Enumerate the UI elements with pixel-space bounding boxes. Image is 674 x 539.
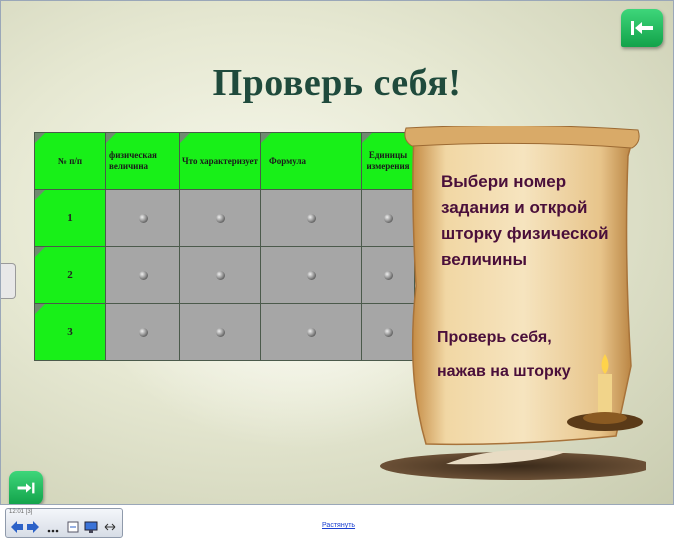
slide-title: Проверь себя!: [212, 62, 462, 104]
arrow-right-icon: [17, 482, 35, 494]
shutter-cell[interactable]: [179, 303, 261, 361]
shutter-cell[interactable]: [105, 189, 180, 247]
shutter-cell[interactable]: [260, 246, 362, 304]
back-button[interactable]: [621, 9, 663, 47]
row-number-button[interactable]: 2: [34, 246, 106, 304]
header-characterizes: Что характеризует: [179, 132, 261, 190]
more-options-icon[interactable]: [46, 520, 60, 534]
table-row: 2: [34, 246, 415, 304]
next-button[interactable]: [9, 471, 43, 504]
shutter-cell[interactable]: [105, 246, 180, 304]
toolbar-title: 12:01 [3]: [9, 509, 33, 515]
slide-area: Проверь себя! № п/п физическая величина …: [0, 0, 674, 505]
header-number: № п/п: [34, 132, 106, 190]
scroll-instruction: Выбери номер задания и открой шторку физ…: [441, 172, 609, 269]
screen-icon[interactable]: [84, 520, 98, 534]
stretch-link[interactable]: Растянуть: [322, 522, 355, 529]
quiz-table: № п/п физическая величина Что характериз…: [34, 132, 415, 361]
side-panel-handle[interactable]: [1, 263, 16, 299]
scroll-hint-line1: Проверь себя,: [437, 329, 552, 346]
row-number-button[interactable]: 1: [34, 189, 106, 247]
expand-toolbar-icon[interactable]: [103, 520, 117, 534]
header-quantity: физическая величина: [105, 132, 180, 190]
shutter-cell[interactable]: [260, 189, 362, 247]
row-number-button[interactable]: 3: [34, 303, 106, 361]
shutter-cell[interactable]: [179, 189, 261, 247]
header-formula: Формула: [260, 132, 362, 190]
table-row: 1: [34, 189, 415, 247]
previous-page-icon[interactable]: [10, 520, 24, 534]
shutter-cell[interactable]: [260, 303, 362, 361]
shutter-cell[interactable]: [105, 303, 180, 361]
presentation-toolbar: 12:01 [3]: [5, 508, 123, 538]
arrow-left-icon: [631, 21, 653, 35]
next-page-icon[interactable]: [26, 520, 40, 534]
shutter-cell[interactable]: [179, 246, 261, 304]
scroll-hint-line2: нажав на шторку: [437, 363, 571, 380]
scroll-hint: Проверь себя, нажав на шторку: [437, 321, 617, 389]
page-view-icon[interactable]: [66, 520, 80, 534]
table-row: 3: [34, 303, 415, 361]
